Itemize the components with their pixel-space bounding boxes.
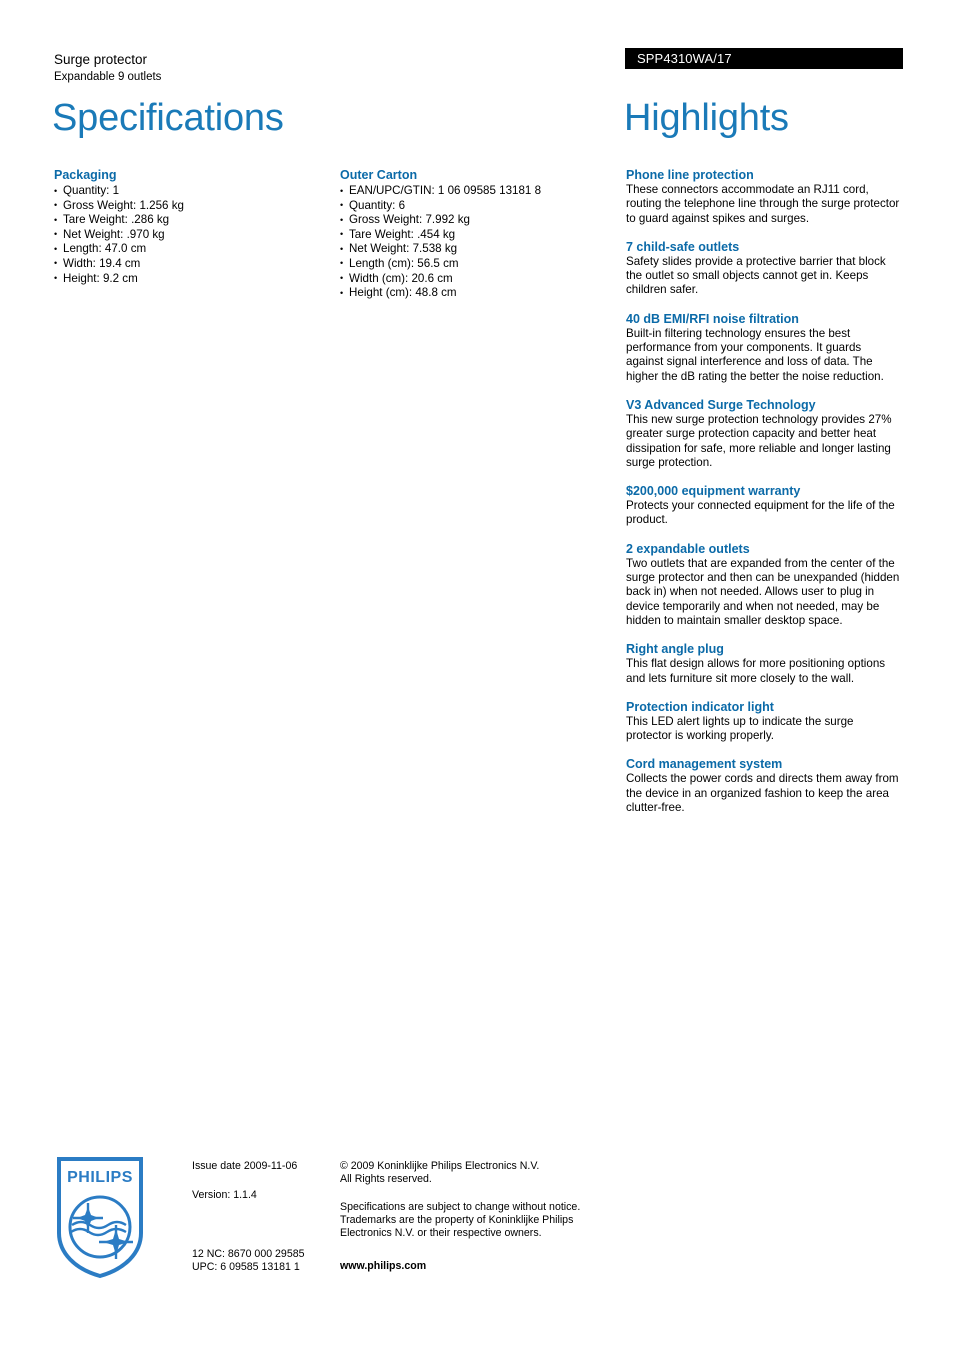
spec-item: Net Weight: .970 kg <box>54 227 319 243</box>
spec-item: Gross Weight: 1.256 kg <box>54 198 319 214</box>
disclaimer-line-1: Specifications are subject to change wit… <box>340 1201 581 1213</box>
spec-item: Tare Weight: .454 kg <box>340 227 605 243</box>
spec-item: Quantity: 6 <box>340 198 605 214</box>
philips-website-link[interactable]: www.philips.com <box>340 1260 426 1273</box>
philips-logo: PHILIPS <box>55 1155 145 1280</box>
document-footer: PHILIPS Issue date 2009-11-06 Version: 1… <box>0 1152 954 1292</box>
packaging-list: Quantity: 1Gross Weight: 1.256 kgTare We… <box>54 184 319 286</box>
highlight-block: Phone line protection These connectors ac… <box>626 167 900 226</box>
disclaimer-block: Specifications are subject to change wit… <box>340 1201 610 1240</box>
highlight-body: Collects the power cords and directs the… <box>626 772 899 815</box>
highlight-block: 40 dB EMI/RFI noise filtration Built-in f… <box>626 311 900 384</box>
highlight-body: This flat design allows for more positio… <box>626 657 886 685</box>
highlight-heading: $200,000 equipment warranty <box>626 484 801 499</box>
copyright-block: © 2009 Koninklijke Philips Electronics N… <box>340 1160 610 1186</box>
highlight-block: Cord management system Collects the power… <box>626 756 900 815</box>
spec-item: Net Weight: 7.538 kg <box>340 242 605 257</box>
footer-meta-column: Issue date 2009-11-06 Version: 1.1.4 <box>192 1160 332 1218</box>
highlight-heading: 40 dB EMI/RFI noise filtration <box>626 311 799 326</box>
packaging-section: Packaging Quantity: 1Gross Weight: 1.256… <box>54 167 319 286</box>
philips-shield-icon: PHILIPS <box>57 1157 143 1279</box>
spec-item: Height (cm): 48.8 cm <box>340 286 605 301</box>
disclaimer-line-3: Electronics N.V. or their respective own… <box>340 1227 542 1239</box>
highlights-section: Phone line protection These connectors ac… <box>626 167 900 828</box>
spec-item: Gross Weight: 7.992 kg <box>340 213 605 228</box>
spec-item: Tare Weight: .286 kg <box>54 213 319 228</box>
product-code-banner: SPP4310WA/17 <box>625 48 903 69</box>
spec-item: Quantity: 1 <box>54 184 319 199</box>
highlight-heading: Cord management system <box>626 757 783 772</box>
spec-item: Length (cm): 56.5 cm <box>340 256 605 272</box>
outer-carton-section: Outer Carton EAN/UPC/GTIN: 1 06 09585 13… <box>340 167 605 301</box>
highlight-heading: Right angle plug <box>626 642 724 657</box>
document-page: Surge protector Expandable 9 outlets SPP… <box>0 0 954 1350</box>
copyright-line-1: © 2009 Koninklijke Philips Electronics N… <box>340 1160 540 1172</box>
highlight-body: Built-in filtering technology ensures th… <box>626 326 884 383</box>
packaging-heading: Packaging <box>54 168 117 182</box>
highlight-heading: Phone line protection <box>626 168 754 182</box>
specifications-title: Specifications <box>52 97 284 139</box>
highlight-body: Two outlets that are expanded from the c… <box>626 556 900 627</box>
highlight-body: This new surge protection technology pro… <box>626 412 892 469</box>
version: Version: 1.1.4 <box>192 1189 257 1201</box>
highlight-block: Protection indicator light This LED alert… <box>626 699 900 744</box>
highlight-body: Protects your connected equipment for th… <box>626 499 895 527</box>
highlights-title: Highlights <box>624 97 789 139</box>
product-category: Surge protector <box>54 52 148 67</box>
highlight-heading: Protection indicator light <box>626 699 774 714</box>
highlight-heading: 7 child-safe outlets <box>626 239 740 254</box>
spec-item: Length: 47.0 cm <box>54 242 319 257</box>
highlight-block: 7 child-safe outlets Safety slides provid… <box>626 239 900 298</box>
svg-text:PHILIPS: PHILIPS <box>67 1169 133 1186</box>
highlight-block: V3 Advanced Surge Technology This new sur… <box>626 397 900 470</box>
upc-code: UPC: 6 09585 13181 1 <box>192 1261 300 1273</box>
outer-carton-heading: Outer Carton <box>340 168 418 182</box>
highlight-body: These connectors accommodate an RJ11 cor… <box>626 183 900 225</box>
highlight-body: Safety slides provide a protective barri… <box>626 254 886 297</box>
spec-item: Width (cm): 20.6 cm <box>340 271 605 287</box>
highlight-block: $200,000 equipment warranty Protects your… <box>626 483 900 528</box>
highlight-block: 2 expandable outlets Two outlets that are… <box>626 541 900 628</box>
copyright-line-2: All Rights reserved. <box>340 1173 432 1185</box>
highlight-heading: 2 expandable outlets <box>626 541 750 556</box>
spec-item: EAN/UPC/GTIN: 1 06 09585 13181 8 <box>340 184 605 199</box>
twelve-nc-code: 12 NC: 8670 000 29585 <box>192 1248 305 1260</box>
highlight-body: This LED alert lights up to indicate the… <box>626 714 854 743</box>
outer-carton-list: EAN/UPC/GTIN: 1 06 09585 13181 8Quantity… <box>340 184 605 301</box>
issue-date: Issue date 2009-11-06 <box>192 1160 298 1172</box>
highlight-heading: V3 Advanced Surge Technology <box>626 397 816 412</box>
disclaimer-line-2: Trademarks are the property of Koninklij… <box>340 1214 574 1226</box>
product-subtitle: Expandable 9 outlets <box>54 71 162 83</box>
highlight-block: Right angle plug This flat design allows … <box>626 641 900 686</box>
spec-item: Height: 9.2 cm <box>54 271 319 287</box>
footer-codes: 12 NC: 8670 000 29585 UPC: 6 09585 13181… <box>192 1248 352 1274</box>
footer-legal-column: © 2009 Koninklijke Philips Electronics N… <box>340 1160 610 1255</box>
spec-item: Width: 19.4 cm <box>54 256 319 272</box>
